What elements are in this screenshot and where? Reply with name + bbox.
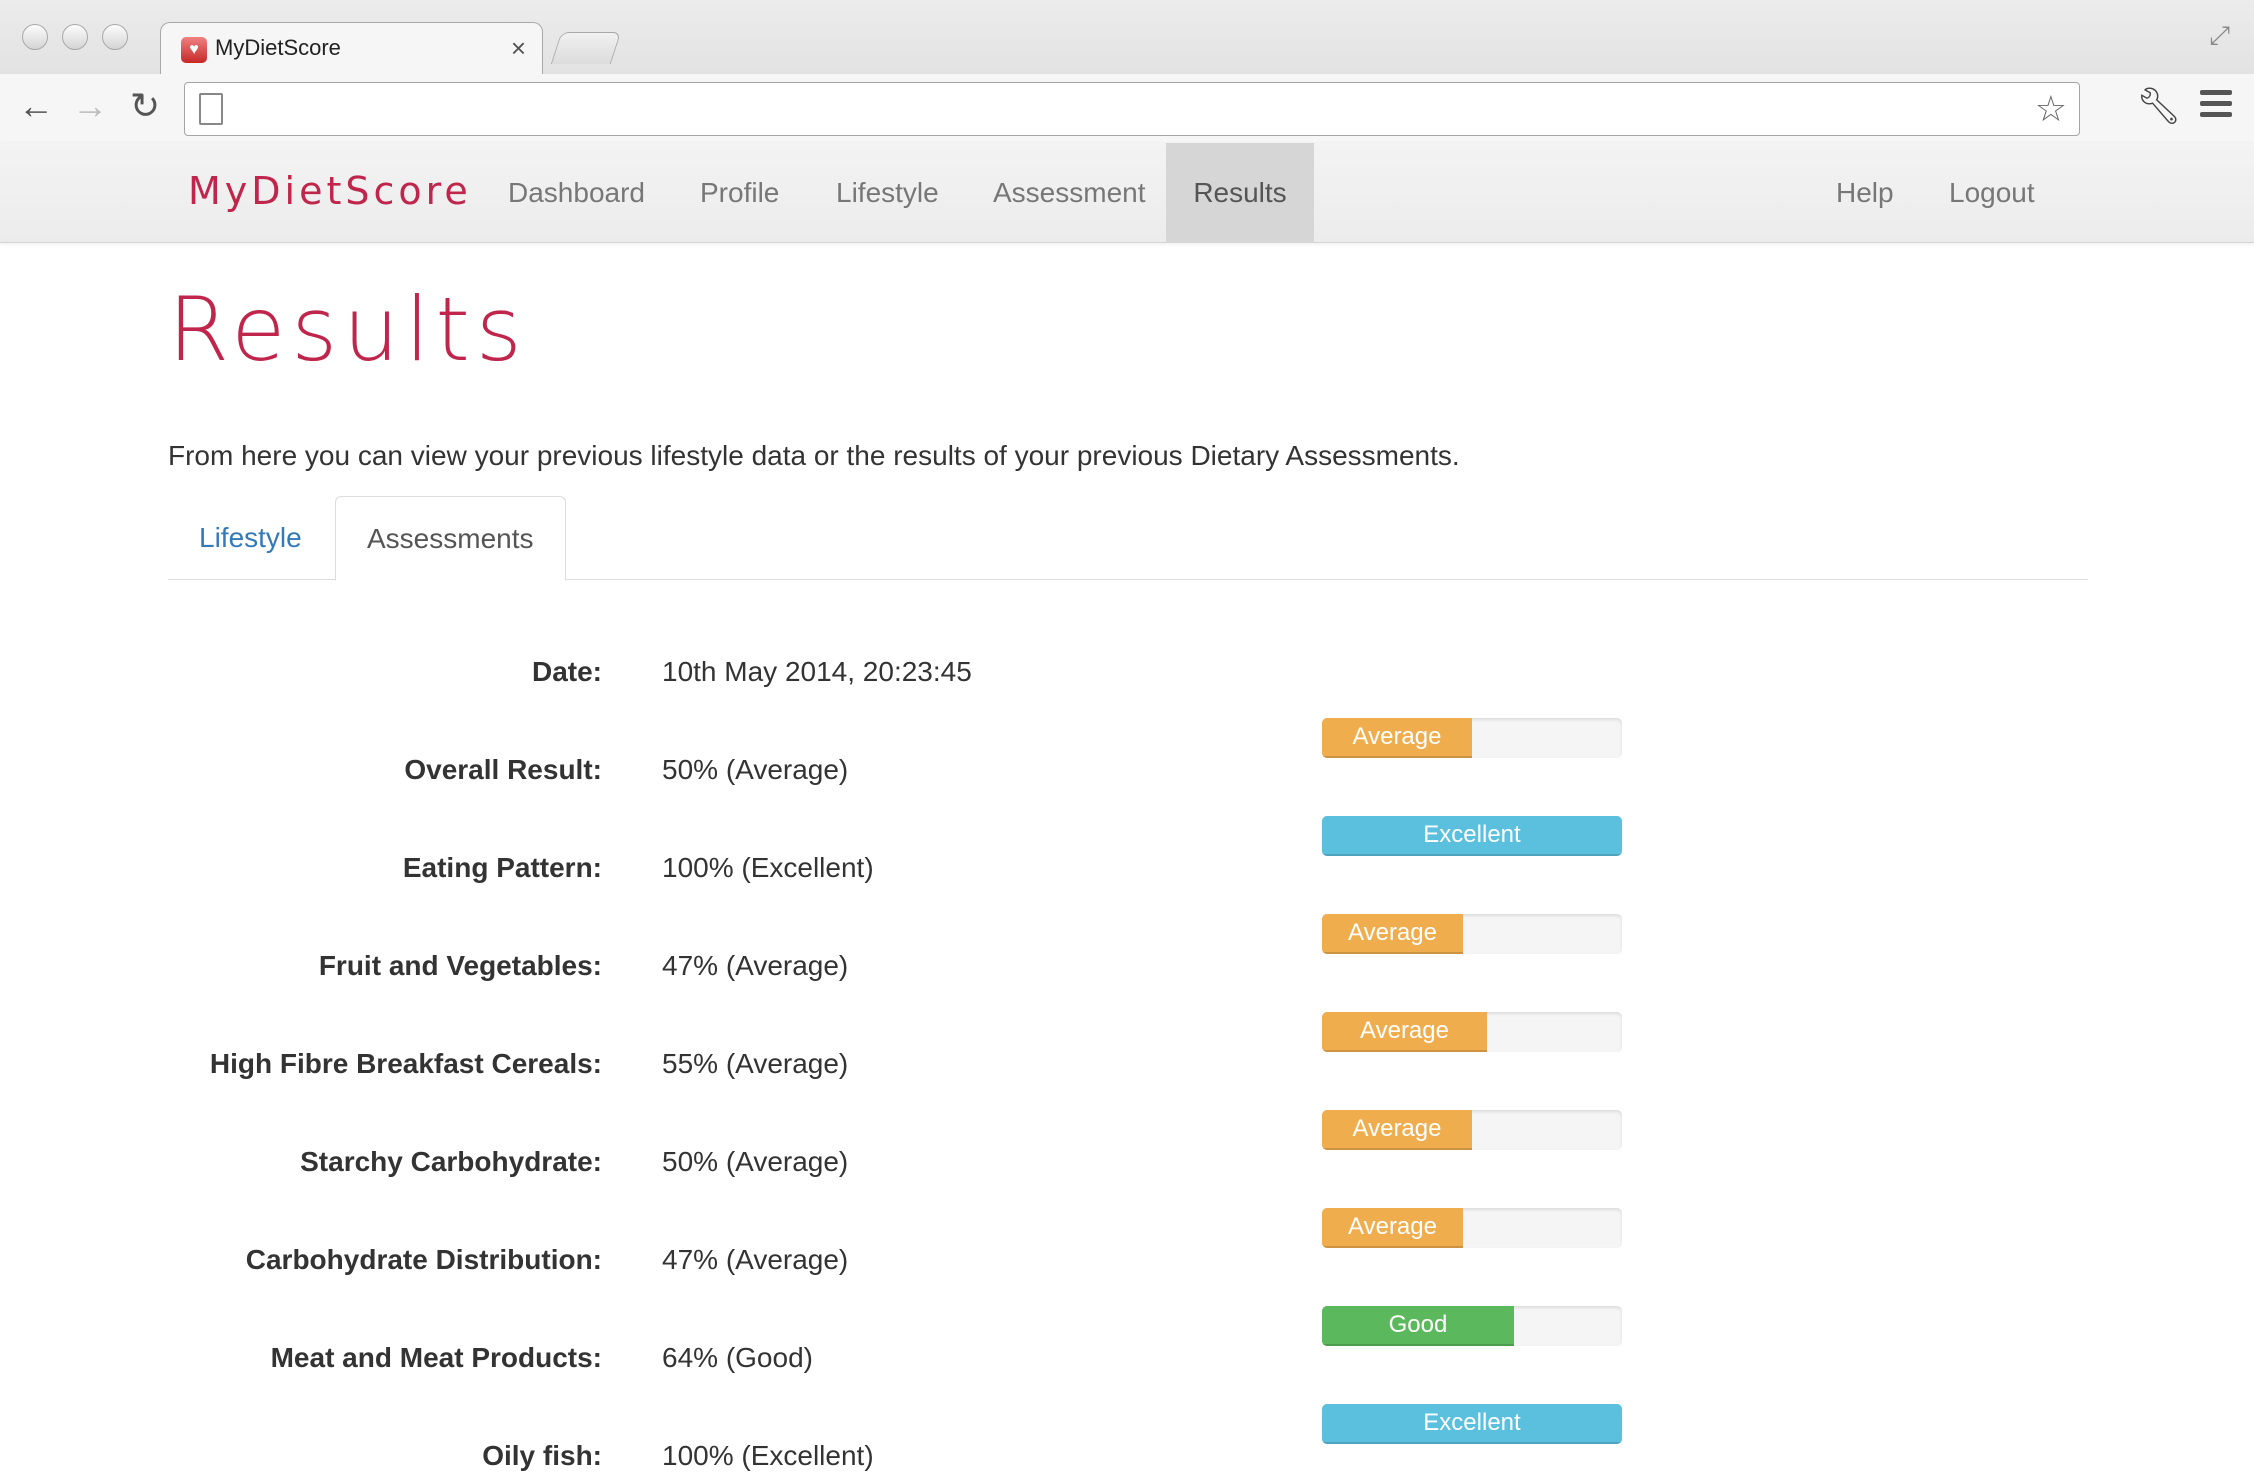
result-label: Eating Pattern: xyxy=(402,852,602,883)
date-value: 10th May 2014, 20:23:45 xyxy=(662,656,972,687)
close-window-button[interactable] xyxy=(22,24,48,50)
result-row: Carbohydrate Distribution: 47% (Average) A… xyxy=(0,1208,2254,1290)
result-label: Oily fish: xyxy=(482,1440,602,1471)
page-title: Results xyxy=(168,278,528,381)
result-label: Carbohydrate Distribution: xyxy=(245,1244,602,1275)
result-label: Meat and Meat Products: xyxy=(270,1342,602,1373)
minimize-window-button[interactable] xyxy=(62,24,88,50)
result-progress: Average xyxy=(1322,1012,1622,1052)
result-row: Overall Result: 50% (Average) Average xyxy=(0,718,2254,800)
result-value: 100% (Excellent) xyxy=(662,1440,874,1471)
result-progress-bar: Excellent xyxy=(1322,1404,1622,1444)
result-row: Fruit and Vegetables: 47% (Average) Averag… xyxy=(0,914,2254,996)
nav-dashboard[interactable]: Dashboard xyxy=(478,143,675,243)
forward-arrow-icon[interactable]: → xyxy=(72,86,108,126)
result-row: Meat and Meat Products: 64% (Good) Good xyxy=(0,1306,2254,1388)
address-bar[interactable]: ☆ xyxy=(184,82,2080,136)
intro-text: From here you can view your previous lif… xyxy=(168,440,1460,471)
fullscreen-icon[interactable]: ⤢ xyxy=(2209,20,2230,52)
browser-tab[interactable]: ♥ MyDietScore × xyxy=(160,22,543,74)
browser-chrome: ♥ MyDietScore × ⤢ ← → ↻ ☆ 🔧︎ xyxy=(0,0,2254,143)
tab-title: MyDietScore xyxy=(215,35,341,60)
result-row: Eating Pattern: 100% (Excellent) Excellent xyxy=(0,816,2254,898)
favicon-heart-icon: ♥ xyxy=(181,37,207,63)
result-progress: Average xyxy=(1322,914,1622,954)
results-tabs: Lifestyle Assessments xyxy=(168,496,2088,581)
result-progress-bar: Average xyxy=(1322,1012,1487,1052)
address-input[interactable] xyxy=(239,89,1999,129)
result-progress: Excellent xyxy=(1322,1404,1622,1444)
result-progress: Good xyxy=(1322,1306,1622,1346)
result-label: Overall Result: xyxy=(404,754,602,785)
tab-lifestyle[interactable]: Lifestyle xyxy=(168,496,333,580)
page-icon xyxy=(199,93,223,125)
reload-icon[interactable]: ↻ xyxy=(130,86,160,126)
nav-profile[interactable]: Profile xyxy=(670,143,809,243)
result-progress: Excellent xyxy=(1322,816,1622,856)
nav-assessment[interactable]: Assessment xyxy=(963,143,1176,243)
result-value: 50% (Average) xyxy=(662,1146,849,1177)
window-controls xyxy=(22,24,128,50)
browser-toolbar: ← → ↻ ☆ 🔧︎ xyxy=(0,74,2254,143)
result-row: High Fibre Breakfast Cereals: 55% (Averag… xyxy=(0,1012,2254,1094)
result-label: Starchy Carbohydrate: xyxy=(300,1146,602,1177)
zoom-window-button[interactable] xyxy=(102,24,128,50)
result-row: Starchy Carbohydrate: 50% (Average) Averag… xyxy=(0,1110,2254,1192)
result-label: High Fibre Breakfast Cereals: xyxy=(209,1048,602,1079)
nav-help[interactable]: Help xyxy=(1806,143,1924,243)
tab-assessments[interactable]: Assessments xyxy=(335,496,566,581)
result-progress-bar: Average xyxy=(1322,718,1472,758)
nav-results[interactable]: Results xyxy=(1166,143,1314,243)
tab-close-icon[interactable]: × xyxy=(511,33,526,64)
result-progress-bar: Average xyxy=(1322,1208,1463,1248)
result-value: 50% (Average) xyxy=(662,754,849,785)
brand-logo[interactable]: MyDietScore xyxy=(188,169,472,213)
result-progress-bar: Excellent xyxy=(1322,816,1622,856)
result-value: 64% (Good) xyxy=(662,1342,813,1373)
result-row: Oily fish: 100% (Excellent) Excellent xyxy=(0,1404,2254,1472)
result-progress: Average xyxy=(1322,1208,1622,1248)
menu-icon[interactable] xyxy=(2200,90,2232,123)
result-value: 47% (Average) xyxy=(662,950,849,981)
wrench-icon[interactable]: 🔧︎ xyxy=(2136,84,2182,128)
result-progress-bar: Average xyxy=(1322,914,1463,954)
nav-lifestyle[interactable]: Lifestyle xyxy=(806,143,969,243)
result-progress-bar: Good xyxy=(1322,1306,1514,1346)
site-navbar: MyDietScore Dashboard Profile Lifestyle … xyxy=(0,143,2254,243)
result-progress: Average xyxy=(1322,718,1622,758)
star-icon[interactable]: ☆ xyxy=(2035,89,2067,129)
new-tab-button[interactable] xyxy=(550,32,622,64)
nav-logout[interactable]: Logout xyxy=(1919,143,2065,243)
date-label: Date: xyxy=(531,656,602,687)
result-progress: Average xyxy=(1322,1110,1622,1150)
result-value: 55% (Average) xyxy=(662,1048,849,1079)
result-progress-bar: Average xyxy=(1322,1110,1472,1150)
result-label: Fruit and Vegetables: xyxy=(318,950,602,981)
result-value: 47% (Average) xyxy=(662,1244,849,1275)
date-row: Date: 10th May 2014, 20:23:45 xyxy=(0,642,2254,702)
result-value: 100% (Excellent) xyxy=(662,852,874,883)
back-arrow-icon[interactable]: ← xyxy=(18,86,54,126)
